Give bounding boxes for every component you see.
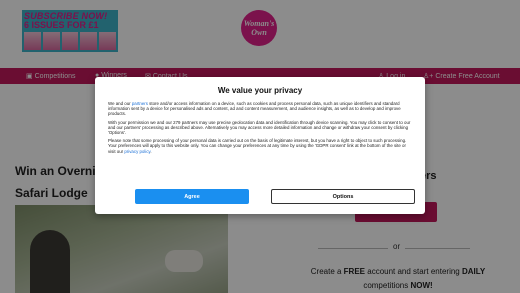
consent-paragraph-2: With your permission we and our 279 part… — [108, 119, 411, 136]
para3-text-a: Please note that some processing of your… — [108, 138, 407, 154]
privacy-consent-dialog: We value your privacy We and our partner… — [95, 77, 425, 214]
para3-text-b: . — [150, 148, 152, 154]
consent-paragraph-1: We and our partners store and/or access … — [108, 101, 413, 117]
dialog-body: We and our partners store and/or access … — [108, 101, 413, 157]
consent-paragraph-3: Please note that some processing of your… — [108, 138, 413, 154]
dialog-title: We value your privacy — [217, 86, 303, 95]
options-button[interactable]: Options — [271, 189, 415, 204]
para1-text-b: store and/or access information on a dev… — [108, 101, 401, 117]
privacy-policy-link[interactable]: privacy policy — [124, 149, 150, 154]
agree-button[interactable]: Agree — [135, 189, 249, 204]
